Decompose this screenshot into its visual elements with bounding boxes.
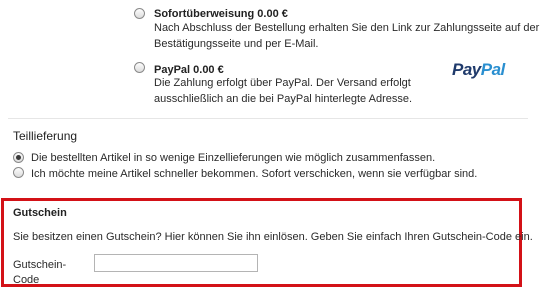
paypal-radio[interactable] xyxy=(134,62,145,73)
paypal-logo: PayPal xyxy=(452,60,505,80)
sofort-title: Sofortüberweisung 0.00 € xyxy=(154,8,288,20)
paypal-logo-pal: Pal xyxy=(480,60,506,79)
paypal-logo-pay: Pay xyxy=(452,60,481,79)
section-divider xyxy=(8,118,528,119)
gutschein-code-input[interactable] xyxy=(94,254,258,272)
sofort-desc-line1: Nach Abschluss der Bestellung erhalten S… xyxy=(154,22,540,34)
gutschein-code-label-line2: Code xyxy=(13,274,40,286)
teillieferung-option-combine-label[interactable]: Die bestellten Artikel in so wenige Einz… xyxy=(31,152,435,164)
teillieferung-option-fast-radio[interactable] xyxy=(13,167,24,178)
teillieferung-option-fast-label[interactable]: Ich möchte meine Artikel schneller bekom… xyxy=(31,168,477,180)
paypal-desc-line1: Die Zahlung erfolgt über PayPal. Der Ver… xyxy=(154,77,411,89)
gutschein-description: Sie besitzen einen Gutschein? Hier könne… xyxy=(13,231,533,243)
paypal-desc-line2: ausschließlich an die bei PayPal hinterl… xyxy=(154,93,413,105)
gutschein-heading: Gutschein xyxy=(13,207,67,219)
sofort-desc-line2: Bestätigungsseite und per E-Mail. xyxy=(154,38,319,50)
teillieferung-option-combine-radio[interactable] xyxy=(13,152,24,163)
gutschein-code-label-line1: Gutschein- xyxy=(13,259,67,271)
teillieferung-heading: Teillieferung xyxy=(13,129,78,143)
sofort-radio[interactable] xyxy=(134,8,145,19)
